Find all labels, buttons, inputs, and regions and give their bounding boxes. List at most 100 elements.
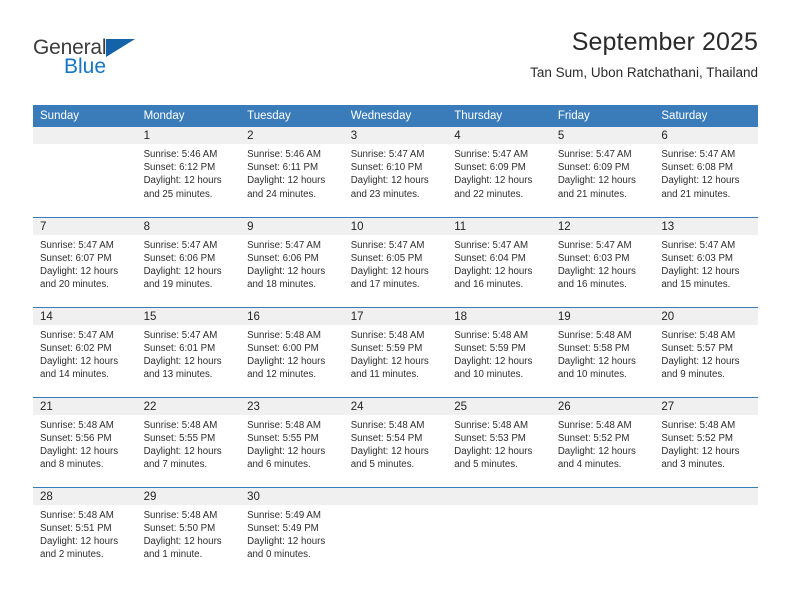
calendar-day-cell[interactable]: 15 Sunrise: 5:47 AM Sunset: 6:01 PM Dayligh…: [136, 306, 241, 397]
calendar-day-cell[interactable]: 24 Sunrise: 5:48 AM Sunset: 5:54 PM Dayligh…: [343, 396, 448, 487]
daylight-duration-line1: Daylight: 12 hours: [40, 355, 119, 367]
calendar-day-cell[interactable]: 28 Sunrise: 5:48 AM Sunset: 5:51 PM Dayligh…: [33, 486, 137, 577]
calendar-body: 1 Sunrise: 5:46 AM Sunset: 6:12 PM Daylight…: [33, 127, 758, 577]
day-number: 26: [550, 397, 655, 415]
day-details: Sunrise: 5:48 AM Sunset: 5:54 PM Daylight:…: [344, 415, 448, 472]
sunset-time: Sunset: 5:53 PM: [454, 432, 526, 444]
day-number: 13: [654, 217, 758, 235]
daylight-duration-line1: Daylight: 12 hours: [661, 265, 740, 277]
sunrise-time: Sunrise: 5:47 AM: [40, 329, 114, 341]
daylight-duration-line1: Daylight: 12 hours: [247, 445, 326, 457]
daylight-duration-line2: and 12 minutes.: [247, 369, 317, 381]
day-number: 11: [447, 217, 551, 235]
day-number: 25: [447, 397, 551, 415]
sunset-time: Sunset: 6:01 PM: [143, 342, 216, 354]
calendar-day-cell[interactable]: 25 Sunrise: 5:48 AM Sunset: 5:53 PM Dayligh…: [447, 396, 551, 487]
calendar-day-cell[interactable]: 26 Sunrise: 5:48 AM Sunset: 5:52 PM Dayligh…: [550, 396, 655, 487]
day-number: [550, 487, 655, 505]
calendar-day-cell[interactable]: 16 Sunrise: 5:48 AM Sunset: 6:00 PM Dayligh…: [240, 306, 344, 397]
sunset-time: Sunset: 6:04 PM: [454, 252, 526, 264]
day-number: 27: [654, 397, 758, 415]
calendar-day-cell[interactable]: 30 Sunrise: 5:49 AM Sunset: 5:49 PM Dayligh…: [240, 486, 344, 577]
sunrise-time: Sunrise: 5:47 AM: [40, 239, 114, 251]
calendar-day-cell[interactable]: 7 Sunrise: 5:47 AM Sunset: 6:07 PM Daylight…: [33, 216, 137, 307]
day-number: [33, 127, 137, 144]
daylight-duration-line2: and 6 minutes.: [247, 459, 311, 471]
daylight-duration-line1: Daylight: 12 hours: [661, 355, 740, 367]
calendar-day-cell[interactable]: 27 Sunrise: 5:48 AM Sunset: 5:52 PM Dayligh…: [654, 396, 758, 487]
calendar-week-row: 28 Sunrise: 5:48 AM Sunset: 5:51 PM Dayligh…: [33, 486, 758, 577]
calendar-day-cell[interactable]: 10 Sunrise: 5:47 AM Sunset: 6:05 PM Dayligh…: [343, 216, 448, 307]
daylight-duration-line1: Daylight: 12 hours: [454, 265, 533, 277]
day-details: Sunrise: 5:48 AM Sunset: 5:59 PM Daylight:…: [447, 325, 551, 382]
sunset-time: Sunset: 6:06 PM: [247, 252, 319, 264]
sunrise-time: Sunrise: 5:48 AM: [350, 329, 425, 341]
daylight-duration-line2: and 15 minutes.: [661, 279, 731, 291]
calendar-page: General Blue September 2025 Tan Sum, Ubo…: [0, 0, 792, 612]
calendar-day-cell[interactable]: 11 Sunrise: 5:47 AM Sunset: 6:04 PM Dayligh…: [447, 216, 551, 307]
calendar-day-cell[interactable]: 19 Sunrise: 5:48 AM Sunset: 5:58 PM Dayligh…: [550, 306, 655, 397]
daylight-duration-line2: and 16 minutes.: [454, 279, 524, 291]
calendar-day-cell[interactable]: 8 Sunrise: 5:47 AM Sunset: 6:06 PM Daylight…: [136, 216, 241, 307]
daylight-duration-line1: Daylight: 12 hours: [143, 445, 222, 457]
sunset-time: Sunset: 6:09 PM: [454, 162, 526, 174]
day-number: 10: [343, 217, 448, 235]
calendar-day-cell[interactable]: 22 Sunrise: 5:48 AM Sunset: 5:55 PM Dayligh…: [136, 396, 241, 487]
day-number: 19: [550, 307, 655, 325]
daylight-duration-line1: Daylight: 12 hours: [40, 265, 119, 277]
day-number: [447, 487, 551, 505]
calendar-day-cell[interactable]: 13 Sunrise: 5:47 AM Sunset: 6:03 PM Dayligh…: [654, 216, 758, 307]
page-header: General Blue September 2025 Tan Sum, Ubo…: [33, 28, 758, 98]
calendar-day-cell[interactable]: 4 Sunrise: 5:47 AM Sunset: 6:09 PM Daylight…: [447, 127, 551, 217]
weekday-header-friday: Friday: [550, 105, 655, 127]
title-block: September 2025 Tan Sum, Ubon Ratchathani…: [530, 28, 758, 80]
general-blue-logo[interactable]: General Blue: [33, 36, 213, 86]
daylight-duration-line1: Daylight: 12 hours: [350, 445, 429, 457]
calendar-day-cell[interactable]: 29 Sunrise: 5:48 AM Sunset: 5:50 PM Dayligh…: [136, 486, 241, 577]
calendar-day-cell[interactable]: 6 Sunrise: 5:47 AM Sunset: 6:08 PM Daylight…: [654, 127, 758, 217]
daylight-duration-line2: and 16 minutes.: [557, 279, 627, 291]
daylight-duration-line2: and 2 minutes.: [40, 549, 104, 561]
calendar-day-cell-empty: [343, 486, 448, 577]
day-number: 2: [240, 127, 344, 144]
calendar-day-cell-empty: [550, 486, 655, 577]
sunset-time: Sunset: 5:58 PM: [557, 342, 630, 354]
calendar-day-cell[interactable]: 5 Sunrise: 5:47 AM Sunset: 6:09 PM Daylight…: [550, 127, 655, 217]
calendar-day-cell[interactable]: 17 Sunrise: 5:48 AM Sunset: 5:59 PM Dayligh…: [343, 306, 448, 397]
day-details: Sunrise: 5:47 AM Sunset: 6:02 PM Daylight:…: [33, 325, 137, 382]
weekday-header-wednesday: Wednesday: [343, 105, 448, 127]
sunrise-time: Sunrise: 5:47 AM: [350, 239, 425, 251]
sunrise-time: Sunrise: 5:47 AM: [454, 149, 529, 160]
daylight-duration-line2: and 19 minutes.: [143, 279, 213, 291]
calendar-day-cell[interactable]: 14 Sunrise: 5:47 AM Sunset: 6:02 PM Dayligh…: [33, 306, 137, 397]
sunset-time: Sunset: 6:05 PM: [350, 252, 423, 264]
calendar-day-cell[interactable]: 21 Sunrise: 5:48 AM Sunset: 5:56 PM Dayligh…: [33, 396, 137, 487]
calendar-day-cell[interactable]: 23 Sunrise: 5:48 AM Sunset: 5:55 PM Dayligh…: [240, 396, 344, 487]
sunset-time: Sunset: 6:08 PM: [661, 162, 733, 174]
daylight-duration-line2: and 9 minutes.: [661, 369, 725, 381]
daylight-duration-line2: and 23 minutes.: [350, 188, 420, 200]
calendar-day-cell[interactable]: 20 Sunrise: 5:48 AM Sunset: 5:57 PM Dayligh…: [654, 306, 758, 397]
calendar-day-cell[interactable]: 9 Sunrise: 5:47 AM Sunset: 6:06 PM Daylight…: [240, 216, 344, 307]
calendar-day-cell[interactable]: 3 Sunrise: 5:47 AM Sunset: 6:10 PM Daylight…: [343, 127, 448, 217]
calendar-day-cell[interactable]: 12 Sunrise: 5:47 AM Sunset: 6:03 PM Dayligh…: [550, 216, 655, 307]
day-details: Sunrise: 5:48 AM Sunset: 5:53 PM Daylight:…: [447, 415, 551, 472]
calendar-day-cell[interactable]: 1 Sunrise: 5:46 AM Sunset: 6:12 PM Daylight…: [136, 127, 241, 217]
daylight-duration-line1: Daylight: 12 hours: [143, 265, 222, 277]
sunrise-time: Sunrise: 5:48 AM: [557, 329, 632, 341]
sunset-time: Sunset: 5:55 PM: [247, 432, 319, 444]
day-number: 16: [240, 307, 344, 325]
sunrise-time: Sunrise: 5:49 AM: [247, 509, 321, 521]
day-number: 14: [33, 307, 137, 325]
sunrise-time: Sunrise: 5:48 AM: [454, 419, 529, 431]
day-details: Sunrise: 5:48 AM Sunset: 5:59 PM Daylight:…: [344, 325, 448, 382]
calendar-day-cell-empty: [33, 127, 137, 217]
sunrise-time: Sunrise: 5:48 AM: [247, 419, 321, 431]
sunrise-time: Sunrise: 5:46 AM: [247, 149, 321, 160]
day-number: 8: [136, 217, 241, 235]
calendar-day-cell[interactable]: 18 Sunrise: 5:48 AM Sunset: 5:59 PM Dayligh…: [447, 306, 551, 397]
daylight-duration-line2: and 5 minutes.: [350, 459, 415, 471]
daylight-duration-line1: Daylight: 12 hours: [247, 355, 326, 367]
daylight-duration-line1: Daylight: 12 hours: [454, 175, 533, 187]
calendar-day-cell[interactable]: 2 Sunrise: 5:46 AM Sunset: 6:11 PM Daylight…: [240, 127, 344, 217]
